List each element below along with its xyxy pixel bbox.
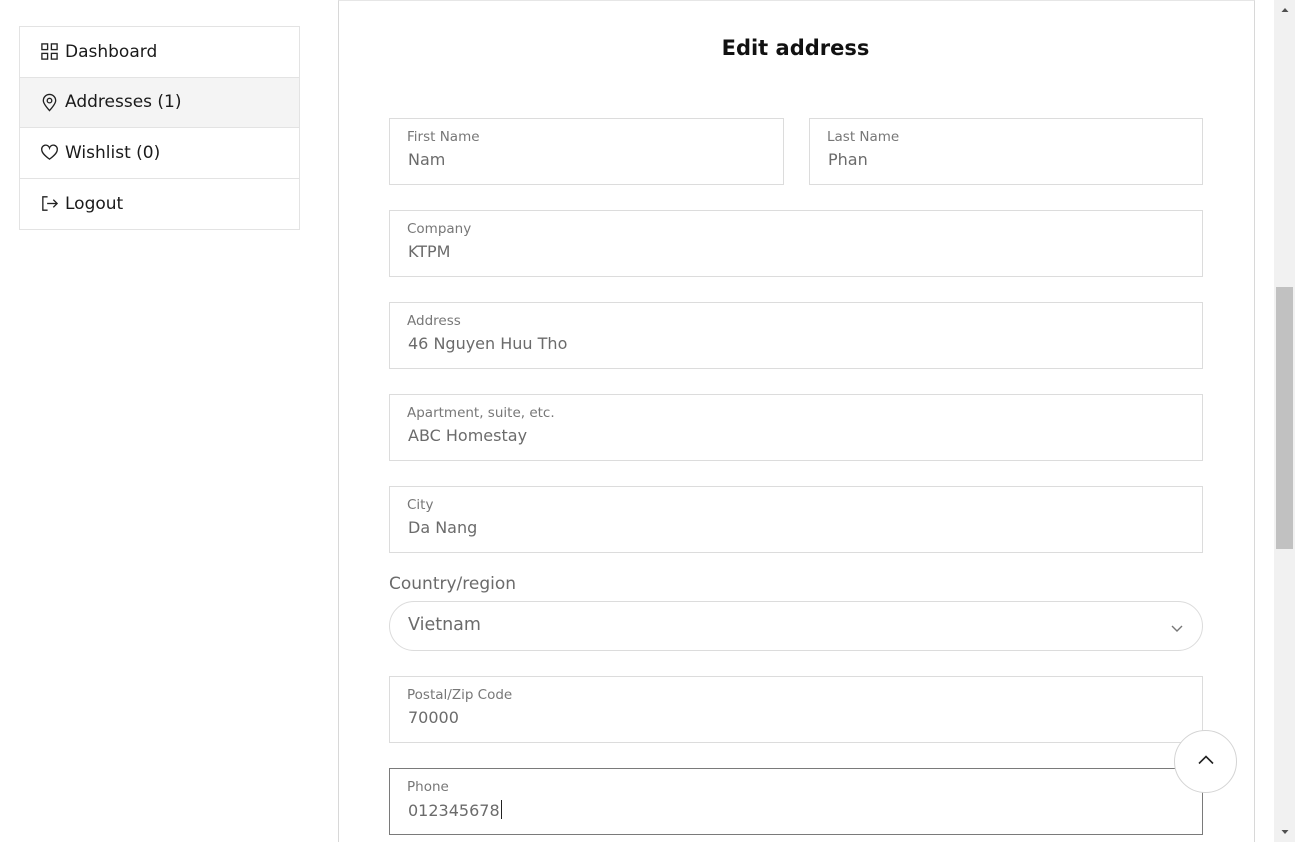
- address-label: Address: [407, 313, 461, 329]
- last-name-label: Last Name: [827, 129, 900, 145]
- text-caret: [500, 800, 502, 819]
- sidebar-item-logout[interactable]: Logout: [20, 179, 299, 230]
- phone-label: Phone: [407, 779, 449, 795]
- apartment-field[interactable]: Apartment, suite, etc. ABC Homestay: [389, 394, 1203, 461]
- sidebar-item-label: Dashboard: [65, 41, 158, 62]
- first-name-label: First Name: [407, 129, 480, 145]
- postal-code-label: Postal/Zip Code: [407, 687, 513, 703]
- logout-icon: [39, 194, 59, 214]
- scroll-down-arrow-icon[interactable]: [1274, 822, 1295, 842]
- account-sidebar: Dashboard Addresses (1) Wishlist (0) Log…: [19, 26, 300, 230]
- sidebar-item-label: Logout: [65, 193, 124, 214]
- phone-value-wrap: 012345678: [408, 800, 502, 820]
- sidebar-item-label: Addresses (1): [65, 92, 182, 113]
- map-pin-icon: [39, 92, 59, 112]
- country-select[interactable]: Vietnam: [389, 601, 1203, 651]
- first-name-field[interactable]: First Name Nam: [389, 118, 784, 185]
- country-value: Vietnam: [408, 615, 481, 635]
- sidebar-item-dashboard[interactable]: Dashboard: [20, 27, 299, 78]
- apartment-value: ABC Homestay: [408, 426, 528, 445]
- company-field[interactable]: Company KTPM: [389, 210, 1203, 277]
- postal-code-value: 70000: [408, 708, 459, 727]
- scrollbar[interactable]: [1274, 0, 1295, 842]
- page-title: Edit address: [721, 36, 870, 60]
- apartment-label: Apartment, suite, etc.: [407, 405, 555, 421]
- phone-field[interactable]: Phone 012345678: [389, 768, 1203, 835]
- city-value: Da Nang: [408, 518, 478, 537]
- company-label: Company: [407, 221, 472, 237]
- scroll-up-arrow-icon[interactable]: [1274, 0, 1295, 20]
- city-label: City: [407, 497, 434, 513]
- chevron-down-icon: [1170, 620, 1184, 634]
- sidebar-item-label: Wishlist (0): [65, 142, 161, 163]
- last-name-field[interactable]: Last Name Phan: [809, 118, 1203, 185]
- phone-value: 012345678: [408, 801, 500, 820]
- sidebar-item-addresses[interactable]: Addresses (1): [20, 77, 299, 128]
- company-value: KTPM: [408, 242, 451, 261]
- back-to-top-button[interactable]: [1174, 730, 1237, 793]
- heart-icon: [39, 143, 59, 163]
- first-name-value: Nam: [408, 150, 446, 169]
- sidebar-item-wishlist[interactable]: Wishlist (0): [20, 128, 299, 179]
- country-label: Country/region: [389, 574, 517, 594]
- city-field[interactable]: City Da Nang: [389, 486, 1203, 553]
- grid-icon: [39, 42, 59, 62]
- chevron-up-icon: [1196, 750, 1216, 774]
- last-name-value: Phan: [828, 150, 868, 169]
- address-value: 46 Nguyen Huu Tho: [408, 334, 568, 353]
- postal-code-field[interactable]: Postal/Zip Code 70000: [389, 676, 1203, 743]
- scrollbar-thumb[interactable]: [1276, 287, 1293, 549]
- address-field[interactable]: Address 46 Nguyen Huu Tho: [389, 302, 1203, 369]
